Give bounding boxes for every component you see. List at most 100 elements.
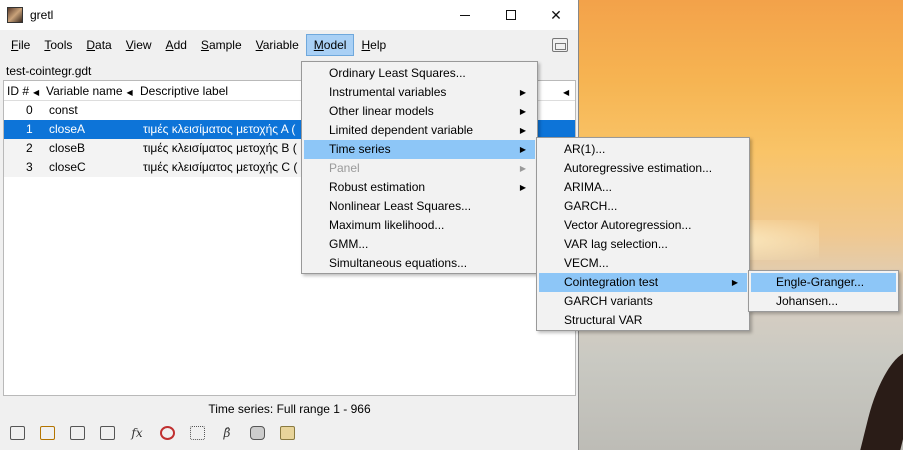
submenu-arrow-icon: ▶ xyxy=(519,183,526,192)
menu-item-structural-var[interactable]: Structural VAR xyxy=(539,311,747,330)
menu-item-label: Cointegration test xyxy=(564,275,659,289)
menu-item-engle-granger[interactable]: Engle-Granger... xyxy=(751,273,896,292)
menu-item-time-series[interactable]: Time series ▶ xyxy=(304,140,535,159)
menu-item-label: ARIMA... xyxy=(564,180,613,194)
window-title: gretl xyxy=(30,8,54,22)
menu-item-label: Limited dependent variable xyxy=(329,123,474,137)
row-name: const xyxy=(49,103,78,117)
menu-help-rest: elp xyxy=(370,38,387,52)
calculator-icon xyxy=(9,426,25,440)
menu-item-autoregressive[interactable]: Autoregressive estimation... xyxy=(539,159,747,178)
menu-sample[interactable]: Sample xyxy=(194,34,249,56)
menu-help[interactable]: Help xyxy=(354,34,393,56)
menu-item-maximum-likelihood[interactable]: Maximum likelihood... xyxy=(304,216,535,235)
minimize-button[interactable] xyxy=(442,0,488,30)
menu-item-label: Engle-Granger... xyxy=(776,275,865,289)
menu-file[interactable]: File xyxy=(4,34,37,56)
console-window-icon[interactable] xyxy=(552,38,568,52)
folder-icon xyxy=(279,426,295,440)
menu-item-nonlinear-ls[interactable]: Nonlinear Least Squares... xyxy=(304,197,535,216)
menu-variable[interactable]: Variable xyxy=(249,34,306,56)
menu-tools[interactable]: Tools xyxy=(37,34,79,56)
menu-tools-rest: ools xyxy=(50,38,73,52)
column-label-header[interactable]: Descriptive label xyxy=(140,84,228,98)
menu-add[interactable]: Add xyxy=(159,34,194,56)
gretl-app-icon xyxy=(7,7,23,23)
maximize-button[interactable] xyxy=(488,0,534,30)
submenu-arrow-icon: ▶ xyxy=(731,278,738,287)
menu-item-limited-dependent[interactable]: Limited dependent variable ▶ xyxy=(304,121,535,140)
menu-item-label: Nonlinear Least Squares... xyxy=(329,199,472,213)
menu-item-cointegration-test[interactable]: Cointegration test ▶ xyxy=(539,273,747,292)
column-name-header[interactable]: Variable name ◀ xyxy=(46,84,133,98)
menu-item-ols[interactable]: Ordinary Least Squares... xyxy=(304,64,535,83)
menu-data[interactable]: Data xyxy=(79,34,118,56)
console-button[interactable] xyxy=(64,422,90,444)
title-bar: gretl ✕ xyxy=(0,0,578,30)
menu-item-label: Structural VAR xyxy=(564,313,643,327)
menu-model[interactable]: Model xyxy=(305,34,355,56)
database-button[interactable] xyxy=(244,422,270,444)
menu-item-johansen[interactable]: Johansen... xyxy=(751,292,896,311)
close-icon: ✕ xyxy=(550,6,562,23)
submenu-arrow-icon: ▶ xyxy=(519,126,526,135)
menu-item-label: Robust estimation xyxy=(329,180,426,194)
session-icon-view-button[interactable] xyxy=(94,422,120,444)
menu-bar: File Tools Data View Add Sample Variable… xyxy=(0,30,578,60)
menu-item-panel: Panel ▶ xyxy=(304,159,535,178)
script-editor-button[interactable] xyxy=(34,422,60,444)
column-sort-arrow[interactable]: ◀ xyxy=(559,84,569,98)
row-label: τιμές κλεισίματος μετοχής Α ( xyxy=(143,122,296,136)
menu-item-var-lag-selection[interactable]: VAR lag selection... xyxy=(539,235,747,254)
row-id: 1 xyxy=(26,122,33,136)
submenu-arrow-icon: ▶ xyxy=(519,88,526,97)
menu-item-label: Maximum likelihood... xyxy=(329,218,445,232)
scatter-plot-icon xyxy=(189,426,205,440)
row-name: closeB xyxy=(49,141,86,155)
menu-view[interactable]: View xyxy=(119,34,159,56)
menu-item-robust-estimation[interactable]: Robust estimation ▶ xyxy=(304,178,535,197)
column-id-header[interactable]: ID # ◀ xyxy=(7,84,39,98)
menu-item-label: Other linear models xyxy=(329,104,434,118)
menu-item-label: VAR lag selection... xyxy=(564,237,668,251)
close-button[interactable]: ✕ xyxy=(533,0,579,30)
submenu-arrow-icon: ▶ xyxy=(519,107,526,116)
ols-button[interactable]: β̂ xyxy=(214,422,240,444)
menu-item-instrumental-variables[interactable]: Instrumental variables ▶ xyxy=(304,83,535,102)
submenu-arrow-icon: ▶ xyxy=(519,145,526,154)
row-label: τιμές κλεισίματος μετοχής Β ( xyxy=(143,141,297,155)
menu-item-ar1[interactable]: AR(1)... xyxy=(539,140,747,159)
menu-file-rest: ile xyxy=(18,38,31,52)
calculator-button[interactable] xyxy=(4,422,30,444)
menu-item-garch[interactable]: GARCH... xyxy=(539,197,747,216)
open-folder-button[interactable] xyxy=(274,422,300,444)
menu-item-garch-variants[interactable]: GARCH variants xyxy=(539,292,747,311)
menu-add-rest: dd xyxy=(173,38,187,52)
column-name-label: Variable name xyxy=(46,84,123,98)
help-button[interactable] xyxy=(154,422,180,444)
bird-silhouette xyxy=(857,352,903,450)
menu-item-vecm[interactable]: VECM... xyxy=(539,254,747,273)
function-packages-button[interactable]: fx xyxy=(124,422,150,444)
menu-item-label: GMM... xyxy=(329,237,369,251)
time-series-submenu: AR(1)... Autoregressive estimation... AR… xyxy=(536,137,750,331)
menu-item-label: Autoregressive estimation... xyxy=(564,161,713,175)
dataset-filename: test-cointegr.gdt xyxy=(6,64,92,78)
menu-item-other-linear[interactable]: Other linear models ▶ xyxy=(304,102,535,121)
graph-button[interactable] xyxy=(184,422,210,444)
menu-item-simultaneous-equations[interactable]: Simultaneous equations... xyxy=(304,254,535,273)
menu-item-label: Panel xyxy=(329,161,360,175)
row-name: closeA xyxy=(49,122,86,136)
menu-item-label: Time series xyxy=(329,142,391,156)
row-name: closeC xyxy=(49,160,86,174)
sort-arrow-icon: ◀ xyxy=(33,88,40,97)
cointegration-submenu: Engle-Granger... Johansen... xyxy=(748,270,899,312)
menu-item-label: GARCH variants xyxy=(564,294,653,308)
menu-item-label: Simultaneous equations... xyxy=(329,256,468,270)
menu-item-var[interactable]: Vector Autoregression... xyxy=(539,216,747,235)
menu-item-arima[interactable]: ARIMA... xyxy=(539,178,747,197)
menu-mnemonic: S xyxy=(200,38,209,52)
menu-item-gmm[interactable]: GMM... xyxy=(304,235,535,254)
database-icon xyxy=(249,426,265,440)
sort-arrow-icon: ◀ xyxy=(563,88,570,97)
